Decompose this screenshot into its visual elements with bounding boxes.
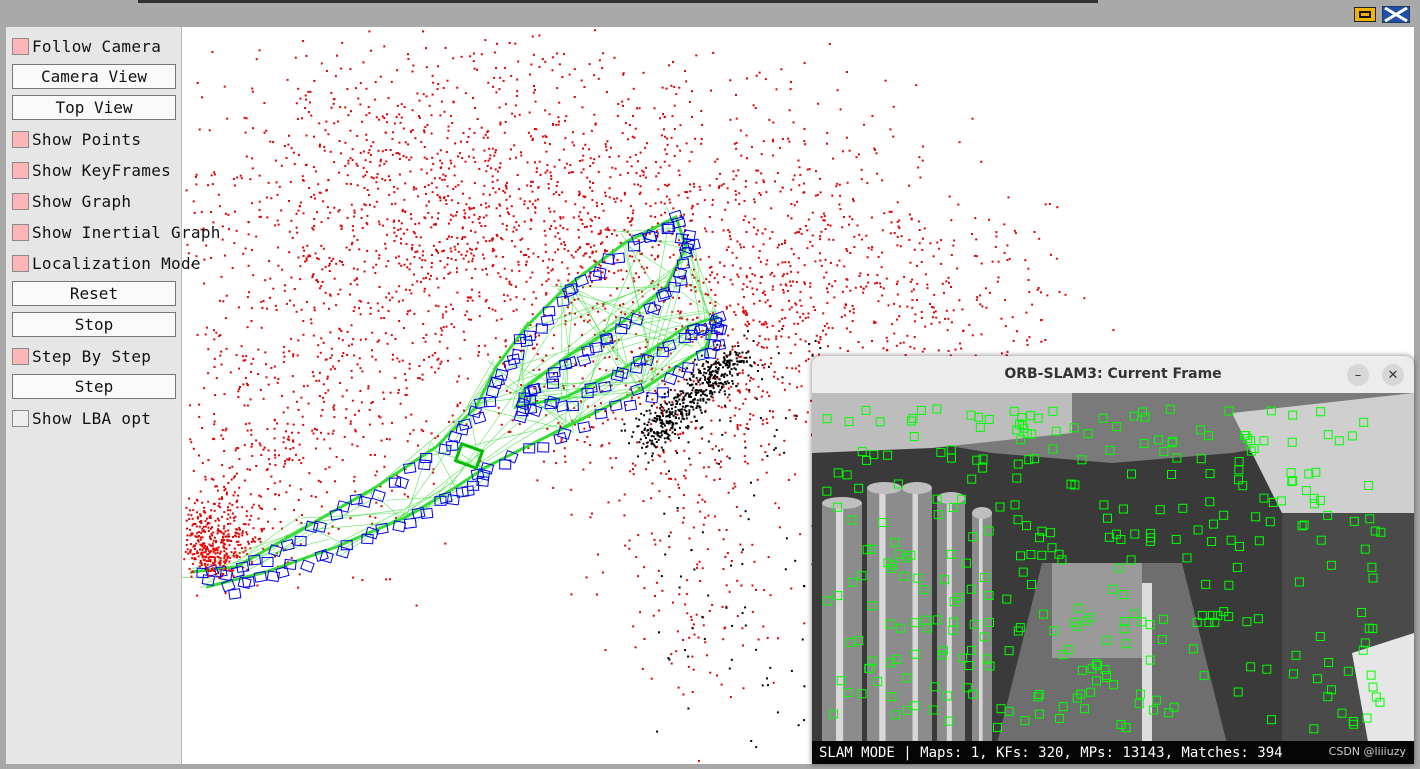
show-inertial-graph-checkbox[interactable]: Show Inertial Graph: [12, 221, 221, 243]
top-view-button[interactable]: Top View: [12, 95, 176, 120]
current-camera-marker: [453, 441, 485, 471]
step-by-step-label: Step By Step: [32, 346, 152, 366]
camera-frame-image: [812, 393, 1414, 764]
follow-camera-box[interactable]: [12, 37, 29, 55]
show-points-box[interactable]: [12, 130, 29, 148]
localization-mode-label: Localization Mode: [32, 253, 201, 273]
current-frame-title-bar[interactable]: ORB-SLAM3: Current Frame – ✕: [812, 356, 1414, 393]
minimize-icon[interactable]: [1354, 7, 1376, 22]
slam-status-text: SLAM MODE | Maps: 1, KFs: 320, MPs: 1314…: [819, 744, 1283, 761]
current-frame-window[interactable]: ORB-SLAM3: Current Frame – ✕ SLAM MODE |…: [812, 356, 1414, 764]
follow-camera-label: Follow Camera: [32, 36, 162, 56]
show-inertial-graph-box[interactable]: [12, 223, 29, 241]
follow-camera-checkbox[interactable]: Follow Camera: [12, 35, 161, 57]
show-inertial-graph-label: Show Inertial Graph: [32, 222, 221, 242]
localization-mode-checkbox[interactable]: Localization Mode: [12, 252, 201, 274]
show-points-label: Show Points: [32, 129, 142, 149]
slam-status-bar: SLAM MODE | Maps: 1, KFs: 320, MPs: 1314…: [812, 741, 1414, 764]
close-icon[interactable]: [1381, 5, 1411, 24]
show-lba-opt-label: Show LBA opt: [32, 408, 152, 428]
reset-button[interactable]: Reset: [12, 281, 176, 306]
watermark: CSDN @liiiuzy: [1328, 745, 1406, 758]
show-lba-opt-checkbox[interactable]: Show LBA opt: [12, 407, 151, 429]
localization-mode-box[interactable]: [12, 254, 29, 272]
show-keyframes-box[interactable]: [12, 161, 29, 179]
step-button[interactable]: Step: [12, 374, 176, 399]
camera-view-button[interactable]: Camera View: [12, 64, 176, 89]
show-keyframes-checkbox[interactable]: Show KeyFrames: [12, 159, 171, 181]
show-graph-box[interactable]: [12, 192, 29, 210]
current-frame-title: ORB-SLAM3: Current Frame: [1004, 366, 1222, 382]
map-viewer[interactable]: Follow Camera Camera View Top View Show …: [6, 27, 1414, 764]
step-by-step-box[interactable]: [12, 347, 29, 365]
step-by-step-checkbox[interactable]: Step By Step: [12, 345, 151, 367]
minimize-icon[interactable]: –: [1347, 364, 1369, 386]
show-points-checkbox[interactable]: Show Points: [12, 128, 141, 150]
title-bar-strip: [138, 0, 1098, 3]
stop-button[interactable]: Stop: [12, 312, 176, 337]
show-graph-label: Show Graph: [32, 191, 132, 211]
close-icon[interactable]: ✕: [1382, 364, 1404, 386]
show-keyframes-label: Show KeyFrames: [32, 160, 172, 180]
window-title-bar: [0, 0, 1420, 27]
control-panel: Follow Camera Camera View Top View Show …: [6, 27, 220, 764]
show-graph-checkbox[interactable]: Show Graph: [12, 190, 131, 212]
show-lba-opt-box[interactable]: [12, 409, 29, 427]
